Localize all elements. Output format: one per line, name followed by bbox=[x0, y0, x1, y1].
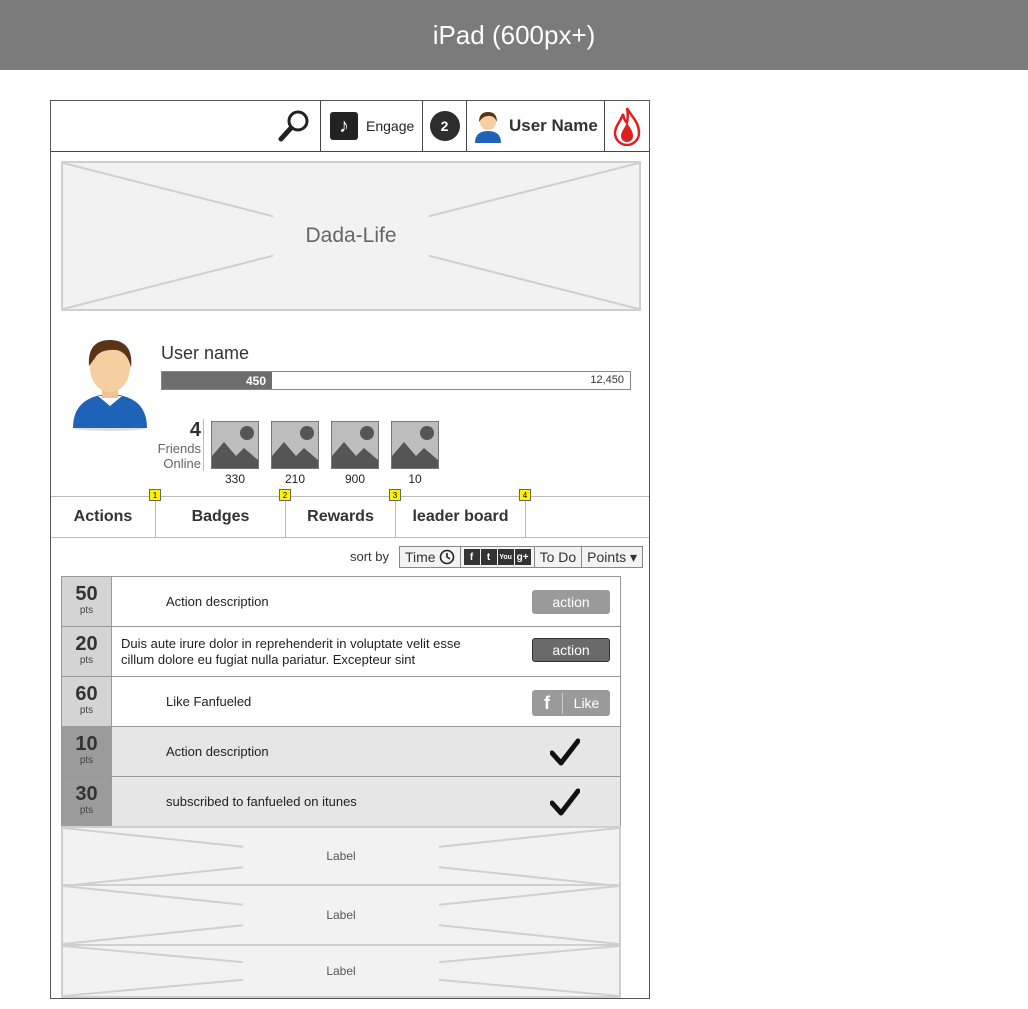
section-tabs: Actions 1 Badges 2 Rewards 3 leader boar… bbox=[51, 489, 649, 538]
action-description: Duis aute irure dolor in reprehenderit i… bbox=[121, 635, 461, 667]
points-cell: 60 pts bbox=[62, 677, 112, 726]
list-item: 20 pts Duis aute irure dolor in reprehen… bbox=[62, 627, 620, 677]
sort-time-label: Time bbox=[405, 549, 436, 565]
tab-label: Badges bbox=[191, 508, 250, 525]
tab-badges[interactable]: Badges bbox=[156, 497, 286, 537]
search-icon bbox=[278, 110, 309, 142]
header-user-name: User Name bbox=[509, 116, 598, 135]
points-value: 50 bbox=[75, 583, 98, 605]
sort-by-label: sort by bbox=[350, 549, 390, 564]
points-value: 60 bbox=[75, 683, 98, 705]
tab-label: Rewards bbox=[307, 508, 374, 525]
action-description: subscribed to fanfueled on itunes bbox=[166, 794, 357, 809]
placeholder-label: Label bbox=[326, 908, 356, 922]
points-unit: pts bbox=[79, 755, 94, 766]
points-unit: pts bbox=[79, 705, 94, 716]
friend-thumbnail[interactable] bbox=[331, 421, 379, 469]
placeholder-label: Label bbox=[326, 964, 356, 978]
list-item: 10 pts Action description bbox=[62, 727, 620, 777]
friend-thumbnail[interactable] bbox=[391, 421, 439, 469]
points-cell: 50 pts bbox=[62, 577, 112, 626]
action-button[interactable]: action bbox=[532, 590, 610, 614]
image-placeholder-icon bbox=[272, 422, 318, 468]
list-item: 50 pts Action description action bbox=[62, 577, 620, 627]
content-placeholder: Label bbox=[61, 826, 621, 886]
sort-social-button[interactable]: f t You g+ bbox=[460, 547, 535, 567]
tab-rewards[interactable]: Rewards bbox=[286, 497, 396, 537]
like-label: Like bbox=[573, 695, 600, 711]
sort-todo-button[interactable]: To Do bbox=[534, 547, 583, 567]
points-progress-bar: 450 12,450 bbox=[161, 371, 631, 390]
checkmark-icon bbox=[550, 738, 580, 766]
profile-avatar bbox=[73, 339, 147, 431]
points-unit: pts bbox=[79, 605, 94, 616]
flame-logo-icon bbox=[613, 107, 641, 146]
search-button[interactable] bbox=[276, 101, 320, 151]
facebook-icon: f bbox=[463, 549, 480, 565]
points-value: 20 bbox=[75, 633, 98, 655]
image-placeholder-icon bbox=[332, 422, 378, 468]
content-placeholder: Label bbox=[61, 886, 621, 946]
engage-button[interactable]: ♪ Engage bbox=[320, 101, 422, 151]
image-placeholder-icon bbox=[212, 422, 258, 468]
list-item: 30 pts subscribed to fanfueled on itunes bbox=[62, 777, 620, 827]
friends-online-label: Friends Online bbox=[157, 441, 201, 471]
friends-online: 4 Friends Online bbox=[149, 419, 201, 471]
brand-logo[interactable] bbox=[604, 101, 649, 151]
list-item: 60 pts Like Fanfueled f Like bbox=[62, 677, 620, 727]
facebook-like-button[interactable]: f Like bbox=[532, 690, 610, 716]
thumbnail-value: 10 bbox=[408, 472, 422, 486]
thumbnail-value: 210 bbox=[284, 472, 306, 486]
artist-banner: Dada-Life bbox=[61, 161, 641, 311]
checkmark-icon bbox=[550, 788, 580, 816]
engage-label: Engage bbox=[366, 118, 415, 134]
facebook-icon: f bbox=[532, 692, 563, 714]
notification-count-badge: 2 bbox=[429, 111, 460, 141]
device-title: iPad (600px+) bbox=[0, 0, 1028, 70]
tab-badge: 4 bbox=[519, 489, 531, 501]
friend-thumbnail[interactable] bbox=[211, 421, 259, 469]
top-bar: ♪ Engage 2 User Name bbox=[51, 101, 649, 152]
progress-max: 12,450 bbox=[590, 374, 624, 386]
action-description: Like Fanfueled bbox=[166, 694, 252, 709]
points-unit: pts bbox=[79, 805, 94, 816]
user-avatar-icon bbox=[475, 112, 501, 143]
thumbnail-value: 330 bbox=[224, 472, 246, 486]
music-note-icon: ♪ bbox=[330, 112, 358, 140]
tab-actions[interactable]: Actions bbox=[51, 497, 156, 537]
google-plus-icon: g+ bbox=[514, 549, 531, 565]
points-value: 10 bbox=[75, 733, 98, 755]
points-value: 30 bbox=[75, 783, 98, 805]
youtube-icon: You bbox=[497, 549, 514, 565]
thumbnail-value: 900 bbox=[344, 472, 366, 486]
user-menu[interactable]: User Name bbox=[466, 101, 604, 151]
tab-label: leader board bbox=[412, 508, 509, 525]
sort-time-button[interactable]: Time bbox=[400, 547, 461, 567]
sort-points-dropdown[interactable]: Points ▾ bbox=[582, 547, 642, 567]
sort-options: Time f t You g+ To Do Points ▾ bbox=[399, 546, 643, 568]
clock-icon bbox=[439, 549, 454, 565]
banner-title: Dada-Life bbox=[305, 224, 397, 247]
points-unit: pts bbox=[79, 655, 94, 666]
tab-leader-board[interactable]: leader board bbox=[396, 497, 526, 537]
content-placeholder: Label bbox=[61, 946, 621, 998]
points-cell: 10 pts bbox=[62, 727, 112, 776]
progress-fill: 450 bbox=[162, 372, 272, 389]
actions-list: 50 pts Action description action 20 pts … bbox=[61, 576, 621, 828]
app-frame: ♪ Engage 2 User Name Dada-Life User name… bbox=[50, 100, 650, 999]
placeholder-label: Label bbox=[326, 849, 356, 863]
points-cell: 20 pts bbox=[62, 627, 112, 676]
image-placeholder-icon bbox=[392, 422, 438, 468]
profile-user-name: User name bbox=[161, 343, 250, 363]
tab-label: Actions bbox=[73, 508, 133, 525]
friends-online-count: 4 bbox=[189, 419, 201, 441]
action-button[interactable]: action bbox=[532, 638, 610, 662]
notifications-button[interactable]: 2 bbox=[422, 101, 466, 151]
action-description: Action description bbox=[166, 744, 269, 759]
points-cell: 30 pts bbox=[62, 777, 112, 827]
friend-thumbnail[interactable] bbox=[271, 421, 319, 469]
placeholder-stack: Label Label Label bbox=[61, 826, 621, 998]
twitter-icon: t bbox=[480, 549, 497, 565]
action-description: Action description bbox=[166, 594, 269, 609]
